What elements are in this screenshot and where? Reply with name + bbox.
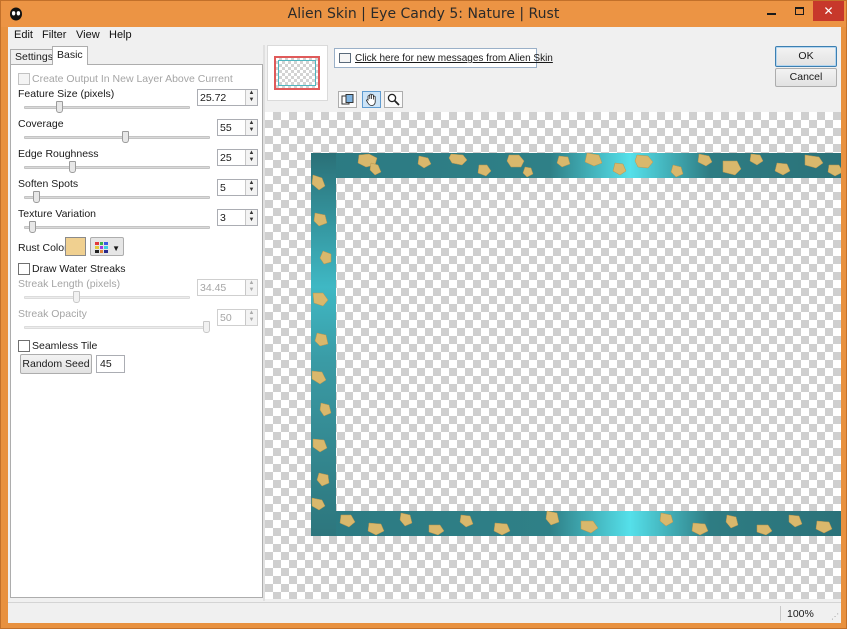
- streak-opacity-label: Streak Opacity: [18, 308, 87, 320]
- zoom-level: 100%: [787, 608, 814, 620]
- ok-button[interactable]: OK: [775, 46, 837, 67]
- edge-roughness-slider-track[interactable]: [24, 166, 210, 169]
- soften-spots-value: 5: [220, 182, 226, 194]
- create-output-label: Create Output In New Layer Above Current: [32, 73, 233, 85]
- texture-variation-value: 3: [220, 212, 226, 224]
- texture-variation-slider-thumb[interactable]: [29, 221, 37, 233]
- streak-opacity-spinner[interactable]: ▲ ▼: [245, 310, 257, 325]
- texture-variation-label: Texture Variation: [18, 208, 97, 220]
- soften-spots-slider-track[interactable]: [24, 196, 210, 199]
- hand-icon: [366, 93, 376, 106]
- messages-link[interactable]: Click here for new messages from Alien S…: [355, 53, 553, 64]
- feature-size-value: 25.72: [200, 92, 227, 104]
- preview-compare-icon: [341, 93, 354, 104]
- menu-filter[interactable]: Filter: [42, 29, 66, 41]
- streak-length-slider-track[interactable]: [24, 296, 190, 299]
- message-icon: [339, 53, 351, 63]
- streak-length-label: Streak Length (pixels): [18, 278, 121, 290]
- app-window: Alien Skin | Eye Candy 5: Nature | Rust …: [0, 0, 847, 629]
- streak-opacity-slider-track[interactable]: [24, 326, 210, 329]
- coverage-value: 55: [220, 122, 232, 134]
- hand-tool[interactable]: [362, 91, 381, 108]
- navigator-thumbnail[interactable]: [267, 45, 328, 101]
- menu-bar: Edit Filter View Help: [8, 27, 841, 45]
- preview-compare-tool[interactable]: [338, 91, 357, 108]
- navigator-viewport[interactable]: [274, 56, 320, 90]
- color-grid-icon: [95, 242, 108, 253]
- status-bar: 100% ⋰: [8, 602, 841, 623]
- create-output-checkbox[interactable]: [18, 73, 30, 85]
- edge-roughness-spinner[interactable]: ▲ ▼: [245, 150, 257, 165]
- preview-canvas[interactable]: [265, 112, 841, 599]
- status-separator: [780, 606, 781, 621]
- navigator-frame-preview: [278, 60, 316, 86]
- streak-length-slider-thumb[interactable]: [73, 291, 81, 303]
- color-picker-button[interactable]: ▼: [90, 237, 124, 256]
- feature-size-input[interactable]: 25.72 ▲ ▼: [197, 89, 258, 106]
- maximize-button[interactable]: [785, 1, 813, 21]
- streak-opacity-value: 50: [220, 312, 232, 324]
- zoom-tool[interactable]: [384, 91, 403, 108]
- menu-help[interactable]: Help: [109, 29, 132, 41]
- zoom-icon: [387, 93, 400, 106]
- edge-roughness-label: Edge Roughness: [18, 148, 99, 160]
- soften-spots-slider-thumb[interactable]: [32, 191, 40, 203]
- dropdown-arrow-icon: ▼: [112, 244, 120, 253]
- feature-size-slider-track[interactable]: [24, 106, 190, 109]
- title-bar[interactable]: Alien Skin | Eye Candy 5: Nature | Rust …: [1, 1, 846, 27]
- texture-variation-input[interactable]: 3 ▲ ▼: [217, 209, 258, 226]
- tab-settings[interactable]: Settings: [10, 49, 58, 65]
- random-seed-input[interactable]: 45: [96, 355, 125, 373]
- draw-water-streaks-label: Draw Water Streaks: [32, 263, 126, 275]
- streak-length-input[interactable]: 34.45 ▲ ▼: [197, 279, 258, 296]
- menu-edit[interactable]: Edit: [14, 29, 33, 41]
- edge-roughness-slider-thumb[interactable]: [68, 161, 76, 173]
- edge-roughness-input[interactable]: 25 ▲ ▼: [217, 149, 258, 166]
- random-seed-button[interactable]: Random Seed: [20, 354, 92, 374]
- seamless-tile-checkbox[interactable]: [18, 340, 30, 352]
- soften-spots-spinner[interactable]: ▲ ▼: [245, 180, 257, 195]
- seamless-tile-label: Seamless Tile: [32, 340, 98, 352]
- tab-basic[interactable]: Basic: [52, 46, 88, 65]
- streak-length-spinner[interactable]: ▲ ▼: [245, 280, 257, 295]
- draw-water-streaks-checkbox[interactable]: [18, 263, 30, 275]
- rust-color-label: Rust Color: [18, 242, 68, 254]
- menu-view[interactable]: View: [76, 29, 100, 41]
- texture-variation-spinner[interactable]: ▲ ▼: [245, 210, 257, 225]
- feature-size-slider-thumb[interactable]: [55, 101, 63, 113]
- minimize-icon: [766, 13, 776, 15]
- close-button[interactable]: ✕: [813, 1, 844, 21]
- maximize-icon: [794, 7, 804, 15]
- coverage-slider-track[interactable]: [24, 136, 210, 139]
- streak-length-value: 34.45: [200, 282, 227, 294]
- soften-spots-label: Soften Spots: [18, 178, 79, 190]
- close-icon: ✕: [823, 4, 834, 18]
- streak-opacity-input[interactable]: 50 ▲ ▼: [217, 309, 258, 326]
- edge-roughness-value: 25: [220, 152, 232, 164]
- feature-size-spinner[interactable]: ▲ ▼: [245, 90, 257, 105]
- feature-size-label: Feature Size (pixels): [18, 88, 115, 100]
- coverage-spinner[interactable]: ▲ ▼: [245, 120, 257, 135]
- coverage-label: Coverage: [18, 118, 64, 130]
- rust-frame-preview: [311, 153, 841, 536]
- window-title: Alien Skin | Eye Candy 5: Nature | Rust: [287, 6, 560, 22]
- dialog-client-area: Edit Filter View Help Settings Basic Cre…: [8, 27, 841, 623]
- cancel-button[interactable]: Cancel: [775, 68, 837, 87]
- coverage-input[interactable]: 55 ▲ ▼: [217, 119, 258, 136]
- basic-settings-panel: Create Output In New Layer Above Current…: [10, 64, 263, 598]
- rust-color-swatch[interactable]: [65, 237, 86, 256]
- soften-spots-input[interactable]: 5 ▲ ▼: [217, 179, 258, 196]
- messages-banner[interactable]: Click here for new messages from Alien S…: [334, 48, 553, 68]
- coverage-slider-thumb[interactable]: [122, 131, 130, 143]
- resize-grip-icon[interactable]: ⋰: [831, 612, 839, 621]
- minimize-button[interactable]: [757, 1, 785, 21]
- texture-variation-slider-track[interactable]: [24, 226, 210, 229]
- streak-opacity-slider-thumb[interactable]: [203, 321, 210, 333]
